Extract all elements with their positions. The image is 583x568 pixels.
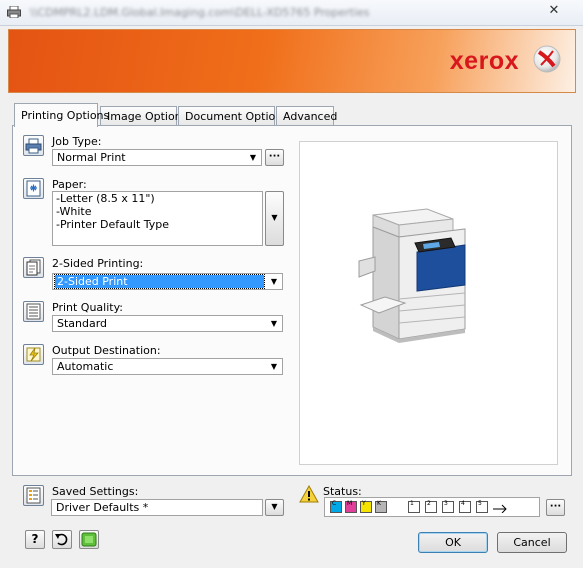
ok-button[interactable]: OK bbox=[418, 532, 488, 553]
chevron-down-icon: ▼ bbox=[270, 362, 278, 371]
paper-dropdown-button[interactable]: ▼ bbox=[265, 191, 284, 246]
xerox-logo-icon bbox=[533, 45, 561, 73]
toner-letter: K bbox=[377, 500, 381, 507]
tray-number: 5 bbox=[478, 500, 482, 507]
ok-button-label: OK bbox=[445, 536, 461, 549]
xerox-banner: xerox bbox=[8, 29, 576, 93]
toner-magenta-indicator: M bbox=[345, 500, 357, 513]
status-more-button[interactable]: ··· bbox=[546, 499, 565, 516]
status-strip[interactable]: C M Y K 1 2 3 4 5 bbox=[324, 497, 540, 517]
eco-print-button[interactable] bbox=[79, 530, 99, 549]
reset-defaults-button[interactable] bbox=[52, 530, 72, 549]
saved-settings-label: Saved Settings: bbox=[52, 485, 139, 498]
toner-cyan-indicator: C bbox=[330, 500, 342, 513]
output-destination-dropdown[interactable]: Automatic ▼ bbox=[52, 358, 283, 375]
paper-type-line: -Printer Default Type bbox=[56, 218, 170, 231]
help-icon: ? bbox=[31, 532, 39, 546]
printer-preview-pane bbox=[299, 141, 558, 465]
ellipsis-icon: ··· bbox=[268, 151, 281, 162]
toner-black-indicator: K bbox=[375, 500, 387, 513]
job-type-icon bbox=[23, 135, 44, 156]
close-icon: ✕ bbox=[548, 3, 560, 18]
ellipsis-icon: ··· bbox=[549, 501, 562, 512]
multifunction-printer-image bbox=[358, 208, 466, 343]
tray-number: 4 bbox=[461, 500, 465, 507]
close-button[interactable]: ✕ bbox=[534, 2, 574, 20]
two-sided-dropdown[interactable]: 2-Sided Print ▼ bbox=[52, 273, 283, 290]
job-type-dropdown[interactable]: Normal Print ▼ bbox=[52, 149, 262, 166]
toner-letter: Y bbox=[362, 500, 366, 507]
tab-label: Printing Options bbox=[21, 109, 110, 122]
tray-number: 1 bbox=[410, 500, 414, 507]
job-type-label: Job Type: bbox=[52, 135, 102, 148]
tab-label: Document Options bbox=[185, 110, 288, 123]
warning-icon bbox=[299, 485, 319, 503]
saved-settings-input[interactable]: Driver Defaults * bbox=[51, 499, 263, 516]
help-button[interactable]: ? bbox=[25, 530, 45, 549]
saved-settings-value: Driver Defaults * bbox=[56, 501, 149, 514]
two-sided-value: 2-Sided Print bbox=[54, 274, 265, 289]
two-sided-label: 2-Sided Printing: bbox=[52, 257, 144, 270]
print-quality-icon bbox=[23, 301, 44, 322]
cancel-button[interactable]: Cancel bbox=[497, 532, 567, 553]
paper-label: Paper: bbox=[52, 178, 87, 191]
paper-tray-3-indicator: 3 bbox=[442, 500, 454, 513]
tray-number: 3 bbox=[444, 500, 448, 507]
saved-settings-dropdown-button[interactable]: ▼ bbox=[265, 499, 284, 516]
tab-printing-options[interactable]: Printing Options bbox=[14, 103, 109, 127]
saved-settings-icon bbox=[23, 485, 44, 506]
paper-tray-4-indicator: 4 bbox=[459, 500, 471, 513]
eco-leaf-icon bbox=[81, 532, 97, 547]
tab-image-options[interactable]: Image Options bbox=[100, 106, 187, 126]
tab-document-options[interactable]: Document Options bbox=[178, 106, 288, 126]
undo-icon bbox=[55, 533, 68, 546]
toner-letter: M bbox=[347, 500, 353, 507]
chevron-down-icon: ▼ bbox=[271, 213, 278, 222]
printer-icon bbox=[7, 6, 21, 18]
paper-size-line: -Letter (8.5 x 11") bbox=[56, 192, 155, 205]
paper-tray-2-indicator: 2 bbox=[425, 500, 437, 513]
two-sided-icon bbox=[23, 257, 44, 278]
tray-number: 2 bbox=[427, 500, 431, 507]
cancel-button-label: Cancel bbox=[513, 536, 551, 549]
paper-icon bbox=[23, 178, 44, 199]
toner-letter: C bbox=[332, 500, 337, 507]
print-quality-value: Standard bbox=[57, 317, 108, 330]
print-quality-label: Print Quality: bbox=[52, 301, 124, 314]
tab-advanced[interactable]: Advanced bbox=[276, 106, 338, 126]
job-type-value: Normal Print bbox=[57, 151, 126, 164]
xerox-wordmark: xerox bbox=[449, 47, 519, 75]
output-destination-icon bbox=[23, 344, 44, 365]
print-quality-dropdown[interactable]: Standard ▼ bbox=[52, 315, 283, 332]
title-bar: \\CDMPRL2.LDM.Global.Imaging.com\DELL-XD… bbox=[0, 0, 583, 26]
output-destination-label: Output Destination: bbox=[52, 344, 161, 357]
toner-yellow-indicator: Y bbox=[360, 500, 372, 513]
paper-tray-1-indicator: 1 bbox=[408, 500, 420, 513]
paper-color-line: -White bbox=[56, 205, 92, 218]
chevron-down-icon: ▼ bbox=[271, 502, 278, 511]
job-type-more-button[interactable]: ··· bbox=[265, 149, 284, 166]
chevron-down-icon: ▼ bbox=[249, 153, 257, 162]
paper-summary-box[interactable]: -Letter (8.5 x 11") -White -Printer Defa… bbox=[52, 191, 263, 246]
window-title: \\CDMPRL2.LDM.Global.Imaging.com\DELL-XD… bbox=[30, 6, 370, 19]
output-tray-icon bbox=[493, 504, 507, 513]
chevron-down-icon: ▼ bbox=[270, 277, 278, 286]
paper-tray-5-indicator: 5 bbox=[476, 500, 488, 513]
output-destination-value: Automatic bbox=[57, 360, 114, 373]
chevron-down-icon: ▼ bbox=[270, 319, 278, 328]
tab-label: Advanced bbox=[283, 110, 338, 123]
tab-label: Image Options bbox=[107, 110, 188, 123]
